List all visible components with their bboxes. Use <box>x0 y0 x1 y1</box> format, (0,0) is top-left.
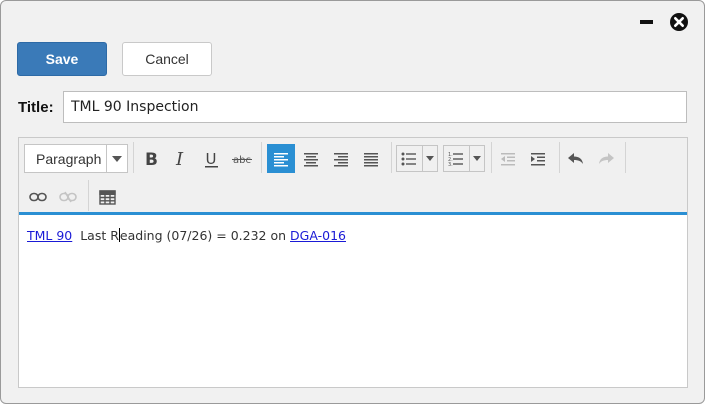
chevron-down-icon[interactable] <box>422 146 437 171</box>
unlink-icon[interactable] <box>54 183 82 211</box>
tml-link[interactable]: TML 90 <box>27 228 72 243</box>
svg-text:3.: 3. <box>448 162 453 167</box>
svg-text:I: I <box>175 151 184 167</box>
format-select-value: Paragraph <box>36 151 102 167</box>
strikethrough-icon[interactable]: abc <box>228 145 256 173</box>
format-select[interactable]: Paragraph <box>24 144 128 173</box>
rich-text-editor: Paragraph B I U abc 1. 2. 3. TML 90 Last… <box>18 137 688 388</box>
outdent-icon[interactable] <box>494 145 522 173</box>
indent-icon[interactable] <box>524 145 552 173</box>
edit-dialog: Save Cancel Title: Paragraph B I <box>0 0 705 404</box>
title-input[interactable] <box>63 91 687 123</box>
title-label: Title: <box>18 99 54 116</box>
minimize-icon[interactable] <box>637 12 657 32</box>
numbered-list-icon[interactable]: 1. 2. 3. <box>444 146 468 171</box>
align-center-icon[interactable] <box>297 145 325 173</box>
align-right-icon[interactable] <box>327 145 355 173</box>
save-button[interactable]: Save <box>17 42 107 76</box>
undo-icon[interactable] <box>562 145 590 173</box>
table-icon[interactable] <box>93 183 121 211</box>
toolbar-divider <box>133 142 134 173</box>
align-justify-icon[interactable] <box>357 145 385 173</box>
italic-icon[interactable]: I <box>168 145 196 173</box>
svg-text:abc: abc <box>233 155 251 166</box>
link-icon[interactable] <box>24 183 52 211</box>
toolbar-divider <box>391 142 392 173</box>
toolbar-divider <box>625 142 626 173</box>
toolbar-divider <box>559 142 560 173</box>
underline-icon[interactable]: U <box>198 145 226 173</box>
cancel-button[interactable]: Cancel <box>122 42 212 76</box>
editor-toolbar: Paragraph B I U abc 1. 2. 3. <box>19 138 687 215</box>
content-text-after-caret: eading (07/26) = 0.232 on <box>119 228 287 243</box>
toolbar-divider <box>261 142 262 173</box>
chevron-down-icon <box>106 145 127 172</box>
numbered-list-split-button[interactable]: 1. 2. 3. <box>443 145 485 172</box>
svg-text:U: U <box>206 151 217 168</box>
editor-content[interactable]: TML 90 Last Reading (07/26) = 0.232 on D… <box>27 228 679 243</box>
bullet-list-icon[interactable] <box>397 146 421 171</box>
toolbar-divider <box>491 142 492 173</box>
align-left-icon[interactable] <box>267 144 295 173</box>
dga-link[interactable]: DGA-016 <box>290 228 346 243</box>
redo-icon[interactable] <box>592 145 620 173</box>
toolbar-divider <box>88 180 89 211</box>
svg-text:B: B <box>145 151 158 167</box>
bold-icon[interactable]: B <box>138 145 166 173</box>
chevron-down-icon[interactable] <box>469 146 484 171</box>
bullet-list-split-button[interactable] <box>396 145 438 172</box>
close-circle-icon[interactable] <box>669 12 689 32</box>
content-text-before-caret: Last R <box>80 228 119 243</box>
